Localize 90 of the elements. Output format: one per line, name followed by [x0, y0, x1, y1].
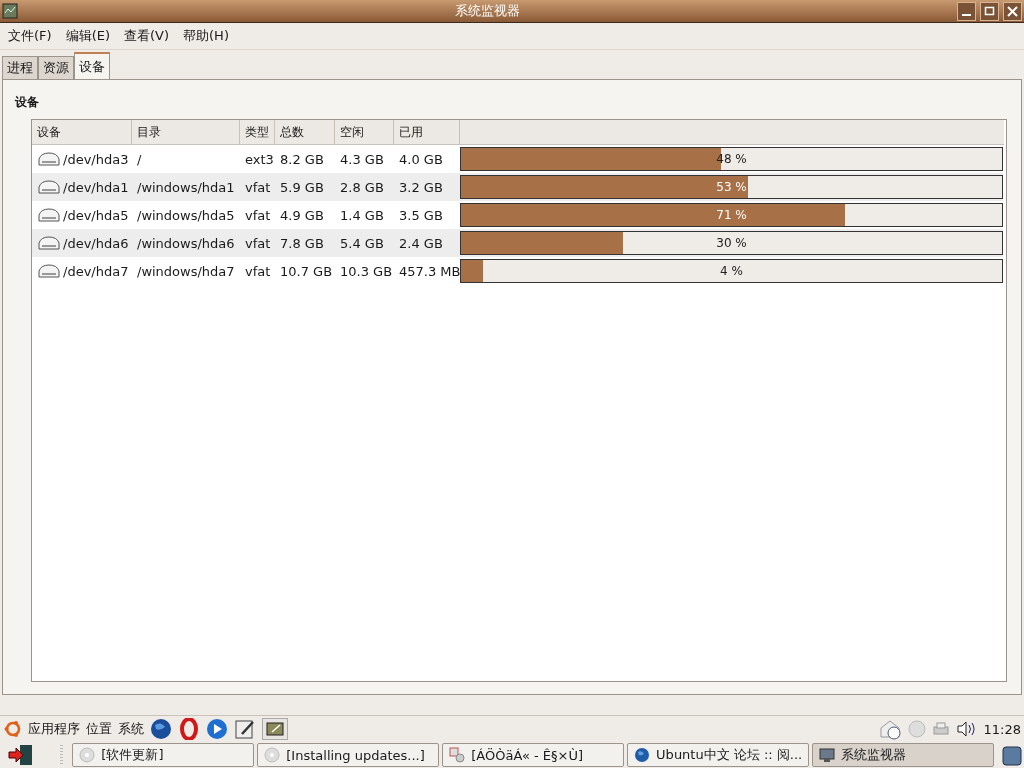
- task-button[interactable]: [Installing updates...]: [257, 743, 440, 767]
- table-cell-text: /windows/hda7: [136, 263, 236, 279]
- table-cell-text: /windows/hda1: [136, 179, 236, 195]
- usage-reading: 30 %: [716, 236, 747, 250]
- minimize-button[interactable]: [957, 1, 976, 21]
- task-label: Ubuntu中文 论坛 :: 阅...: [656, 746, 803, 764]
- monitor-icon[interactable]: [262, 718, 288, 740]
- hard-drive-icon: [37, 207, 61, 223]
- task-label: 系统监视器: [841, 746, 907, 764]
- table-cell-text: 5.4 GB: [339, 235, 385, 251]
- usage-reading: 71 %: [716, 208, 747, 222]
- column-header[interactable]: 设备: [32, 120, 132, 144]
- table-cell-text: 7.8 GB: [279, 235, 325, 251]
- disc-icon: [264, 747, 281, 763]
- table-cell-text: vfat: [244, 235, 272, 251]
- letter-o-logo-icon[interactable]: [178, 718, 200, 740]
- table-cell-text: /windows/hda5: [136, 207, 236, 223]
- minimize-icon: [962, 14, 971, 16]
- disc-icon: [79, 747, 96, 763]
- table-cell-text: vfat: [244, 207, 272, 223]
- close-icon: [1007, 5, 1018, 17]
- table-cell-text: vfat: [244, 179, 272, 195]
- monitor-icon: [819, 747, 836, 763]
- usage-reading: 4 %: [720, 264, 743, 278]
- table-cell-text: /: [136, 151, 143, 167]
- table-cell-text: 4.9 GB: [279, 207, 325, 223]
- device-name: /dev/hda7: [63, 263, 129, 279]
- task-button[interactable]: [ÁÖÒäÁ« - Ê§×Ù]: [442, 743, 625, 767]
- table-cell-text: 1.4 GB: [339, 207, 385, 223]
- tab[interactable]: 进程: [2, 56, 38, 79]
- notepad-pencil-icon[interactable]: [234, 718, 256, 740]
- task-button[interactable]: 系统监视器: [812, 743, 995, 767]
- table-cell-text: 3.2 GB: [398, 179, 444, 195]
- maximize-icon: [984, 5, 995, 17]
- table-cell-text: 10.3 GB: [339, 263, 394, 279]
- task-button[interactable]: [软件更新]: [72, 743, 255, 767]
- hard-drive-icon: [37, 263, 61, 279]
- table-cell-text: 2.4 GB: [398, 235, 444, 251]
- menu-item[interactable]: 编辑(E): [65, 27, 110, 45]
- table-cell-text: 457.3 MB: [398, 263, 460, 279]
- panel-menu[interactable]: 应用程序: [28, 720, 80, 738]
- task-button[interactable]: Ubuntu中文 论坛 :: 阅...: [627, 743, 810, 767]
- panel-menu[interactable]: 系统: [118, 720, 144, 738]
- play-icon[interactable]: [206, 718, 228, 740]
- table-cell-text: 8.2 GB: [279, 151, 325, 167]
- gears-icon: [449, 747, 466, 763]
- clock[interactable]: 11:28: [983, 721, 1021, 737]
- section-title: 设备: [15, 94, 40, 111]
- hard-drive-icon: [37, 151, 61, 167]
- app-icon: [2, 3, 18, 19]
- globe-icon: [634, 747, 651, 763]
- tab[interactable]: 资源: [38, 56, 74, 79]
- logout-door-icon[interactable]: [8, 744, 33, 766]
- ubuntu-logo-icon[interactable]: [4, 720, 22, 738]
- tab[interactable]: 设备: [74, 52, 110, 79]
- task-label: [软件更新]: [101, 746, 164, 764]
- window-title: 系统监视器: [454, 2, 521, 20]
- column-header[interactable]: 类型: [240, 120, 275, 144]
- column-header[interactable]: 总数: [275, 120, 335, 144]
- device-name: /dev/hda1: [63, 179, 129, 195]
- close-button[interactable]: [1003, 1, 1022, 21]
- device-name: /dev/hda6: [63, 235, 129, 251]
- hard-drive-icon: [37, 179, 61, 195]
- table-cell-text: 4.3 GB: [339, 151, 385, 167]
- panel-menu[interactable]: 位置: [86, 720, 112, 738]
- device-name: /dev/hda3: [63, 151, 129, 167]
- task-label: [Installing updates...]: [286, 747, 425, 763]
- column-header[interactable]: 目录: [132, 120, 240, 144]
- table-cell-text: 4.0 GB: [398, 151, 444, 167]
- column-header[interactable]: 空闲: [335, 120, 394, 144]
- column-header[interactable]: 已用: [394, 120, 460, 144]
- table-cell-text: 10.7 GB: [279, 263, 334, 279]
- menu-item[interactable]: 帮助(H): [183, 27, 229, 45]
- trash-icon[interactable]: [1001, 744, 1022, 766]
- device-name: /dev/hda5: [63, 207, 129, 223]
- usage-reading: 53 %: [716, 180, 747, 194]
- speaker-icon[interactable]: [955, 720, 978, 738]
- globe-icon[interactable]: [150, 718, 172, 740]
- hard-drive-icon: [37, 235, 61, 251]
- task-label: [ÁÖÒäÁ« - Ê§×Ù]: [471, 747, 583, 763]
- mail-clock-icon[interactable]: [879, 718, 902, 740]
- table-cell-text: 2.8 GB: [339, 179, 385, 195]
- menu-item[interactable]: 查看(V): [124, 27, 170, 45]
- maximize-button[interactable]: [980, 1, 999, 21]
- table-cell-text: 3.5 GB: [398, 207, 444, 223]
- menu-item[interactable]: 文件(F): [8, 27, 52, 45]
- table-cell-text: vfat: [244, 263, 272, 279]
- table-cell-text: ext3: [244, 151, 275, 167]
- table-cell-text: 5.9 GB: [279, 179, 325, 195]
- table-cell-text: /windows/hda6: [136, 235, 236, 251]
